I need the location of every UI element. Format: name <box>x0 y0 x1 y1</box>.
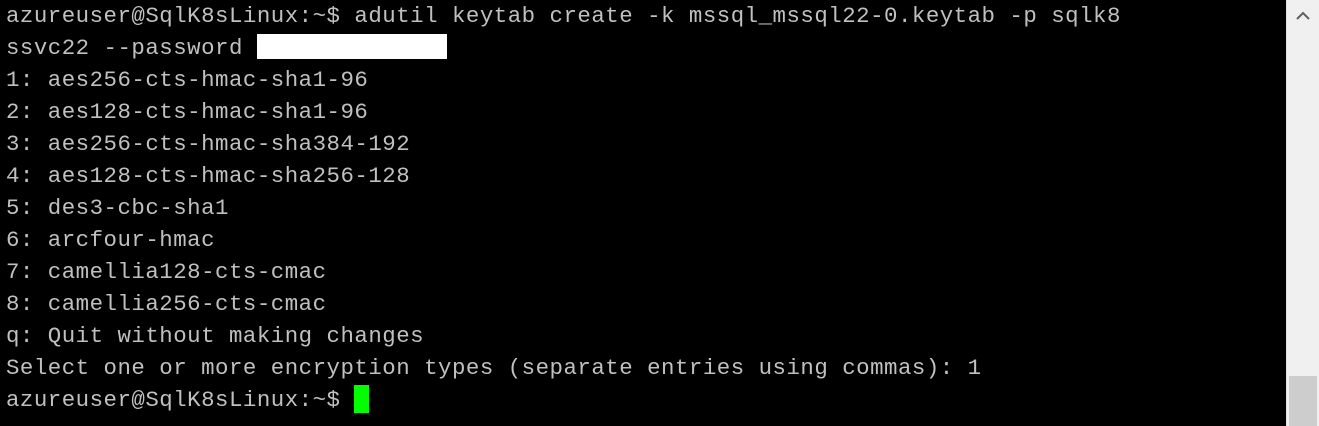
option-line: 8: camellia256-cts-cmac <box>6 291 327 317</box>
option-line: 3: aes256-cts-hmac-sha384-192 <box>6 131 411 157</box>
shell-prompt: azureuser@SqlK8sLinux:~$ <box>6 387 355 413</box>
chevron-up-icon <box>1296 11 1310 20</box>
final-prompt-line[interactable]: azureuser@SqlK8sLinux:~$ <box>6 384 370 416</box>
option-line: 6: arcfour-hmac <box>6 227 216 253</box>
terminal-window[interactable]: azureuser@SqlK8sLinux:~$ adutil keytab c… <box>0 0 1286 426</box>
option-line: 1: aes256-cts-hmac-sha1-96 <box>6 67 369 93</box>
scroll-thumb[interactable] <box>1289 376 1317 426</box>
option-line: 2: aes128-cts-hmac-sha1-96 <box>6 99 369 125</box>
select-prompt-line: Select one or more encryption types (sep… <box>6 355 982 381</box>
terminal-cursor <box>354 385 370 413</box>
command-line-1: azureuser@SqlK8sLinux:~$ adutil keytab c… <box>6 3 1121 29</box>
vertical-scrollbar[interactable] <box>1286 0 1319 426</box>
command-line-2: ssvc22 --password <box>6 32 447 64</box>
option-line: 4: aes128-cts-hmac-sha256-128 <box>6 163 411 189</box>
scroll-up-button[interactable] <box>1287 0 1319 32</box>
option-line: 5: des3-cbc-sha1 <box>6 195 229 221</box>
password-redaction <box>256 34 447 59</box>
quit-option-line: q: Quit without making changes <box>6 323 425 349</box>
option-line: 7: camellia128-cts-cmac <box>6 259 327 285</box>
command-line-2-text: ssvc22 --password <box>6 35 257 61</box>
